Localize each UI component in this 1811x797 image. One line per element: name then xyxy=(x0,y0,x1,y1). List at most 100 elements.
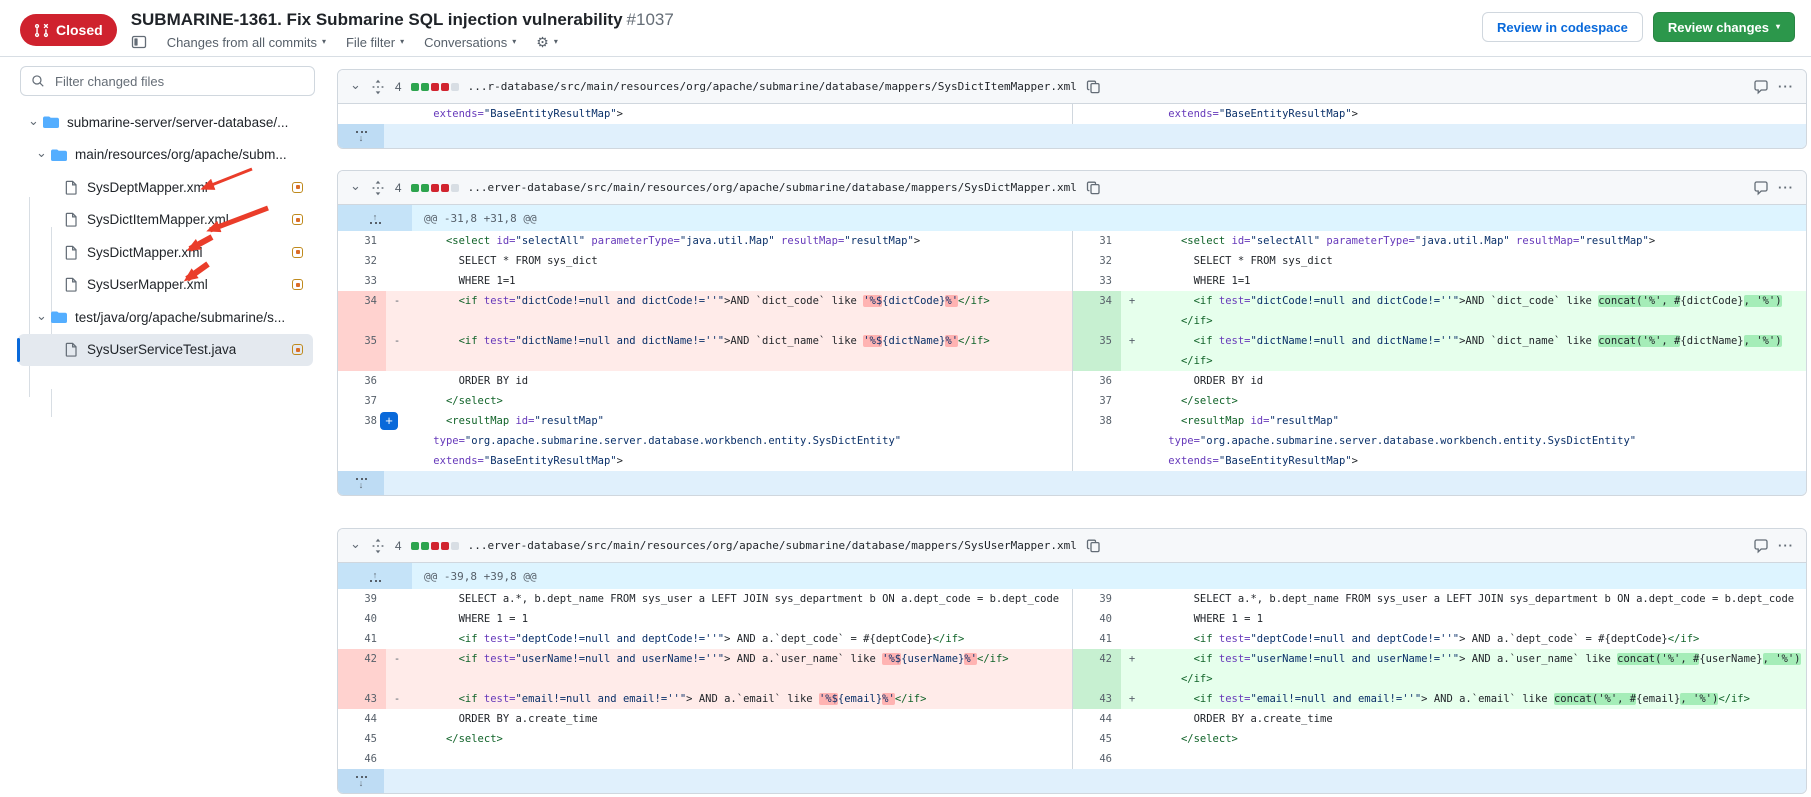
line-number[interactable]: 45 xyxy=(338,729,386,749)
diff-marker xyxy=(1121,251,1143,271)
expand-row-fill xyxy=(384,124,1806,148)
line-number[interactable] xyxy=(1073,104,1121,124)
collapse-file-chevron-icon[interactable]: ⌄ xyxy=(350,179,361,192)
code-cell xyxy=(408,749,1072,769)
code-cell: <if test="deptCode!=null and deptCode!='… xyxy=(408,629,1072,649)
kebab-menu-icon[interactable]: ··· xyxy=(1778,180,1794,195)
file-filter-menu[interactable]: File filter▾ xyxy=(346,35,404,50)
line-number[interactable]: 43 xyxy=(1073,689,1121,709)
line-number[interactable]: 34 xyxy=(1073,291,1121,331)
expand-up-button[interactable]: ↑ xyxy=(338,563,412,589)
line-number[interactable]: 40 xyxy=(1073,609,1121,629)
line-number[interactable]: 39 xyxy=(338,589,386,609)
expand-up-button[interactable]: ↑ xyxy=(338,205,412,231)
tree-folder-test-java-org-apache-submarine-s[interactable]: ⌄test/java/org/apache/submarine/s... xyxy=(18,301,313,334)
line-number[interactable]: 41 xyxy=(338,629,386,649)
line-number[interactable]: 44 xyxy=(1073,709,1121,729)
kebab-menu-icon[interactable]: ··· xyxy=(1778,79,1794,94)
line-number[interactable]: 33 xyxy=(1073,271,1121,291)
collapse-file-chevron-icon[interactable]: ⌄ xyxy=(350,78,361,91)
line-number[interactable]: 46 xyxy=(1073,749,1121,769)
code-line: <if test="dictCode!=null and dictCode!='… xyxy=(1143,291,1802,311)
line-number[interactable]: 44 xyxy=(338,709,386,729)
line-number[interactable]: 40 xyxy=(338,609,386,629)
line-number[interactable]: 35 xyxy=(338,331,386,371)
code-line: </if> xyxy=(1143,311,1802,331)
add-line-comment-button[interactable]: + xyxy=(380,412,398,430)
diff-row: 40 WHERE 1 = 140 WHERE 1 = 1 xyxy=(338,609,1806,629)
diff-marker xyxy=(386,104,408,124)
caret-down-icon: ▾ xyxy=(512,38,516,46)
tree-folder-submarine-server-server-database[interactable]: ⌄submarine-server/server-database/... xyxy=(18,106,313,139)
changes-from-commits-menu[interactable]: Changes from all commits▾ xyxy=(167,35,326,50)
sidebar-toggle-icon[interactable] xyxy=(131,34,147,50)
comment-icon[interactable] xyxy=(1753,79,1769,95)
file-filter-input[interactable] xyxy=(53,73,304,90)
code-cell: <resultMap id="resultMap" type="org.apac… xyxy=(408,411,1072,471)
line-number[interactable]: 38 xyxy=(1073,411,1121,471)
line-number[interactable]: 42 xyxy=(338,649,386,689)
expand-row-fill xyxy=(384,471,1806,495)
copy-path-icon[interactable] xyxy=(1086,79,1102,95)
diff-panels: ⌄4...r-database/src/main/resources/org/a… xyxy=(325,57,1811,797)
line-number[interactable]: 43 xyxy=(338,689,386,709)
tree-file-sysdeptmapper-xml[interactable]: SysDeptMapper.xml xyxy=(18,171,313,204)
code-cell: WHERE 1=1 xyxy=(1143,271,1806,291)
diff-file-header: ⌄4...erver-database/src/main/resources/o… xyxy=(338,171,1806,205)
tree-file-sysdictitemmapper-xml[interactable]: SysDictItemMapper.xml xyxy=(18,204,313,237)
drag-handle-icon[interactable] xyxy=(370,180,386,196)
copy-path-icon[interactable] xyxy=(1086,180,1102,196)
line-number[interactable]: 41 xyxy=(1073,629,1121,649)
line-number[interactable]: 36 xyxy=(338,371,386,391)
hunk-header-text: @@ -31,8 +31,8 @@ xyxy=(412,205,537,231)
tree-file-sysdictmapper-xml[interactable]: SysDictMapper.xml xyxy=(18,236,313,269)
diff-row: 39 SELECT a.*, b.dept_name FROM sys_user… xyxy=(338,589,1806,609)
code-cell: WHERE 1 = 1 xyxy=(1143,609,1806,629)
line-number[interactable]: 42 xyxy=(1073,649,1121,689)
line-number[interactable]: 32 xyxy=(1073,251,1121,271)
line-number[interactable]: 37 xyxy=(338,391,386,411)
comment-icon[interactable] xyxy=(1753,538,1769,554)
line-number[interactable]: 34 xyxy=(338,291,386,331)
line-number[interactable]: 31 xyxy=(1073,231,1121,251)
line-number[interactable]: 35 xyxy=(1073,331,1121,371)
diff-settings-menu[interactable]: ⚙▾ xyxy=(536,35,558,49)
kebab-menu-icon[interactable]: ··· xyxy=(1778,538,1794,553)
code-line: <if test="userName!=null and userName!='… xyxy=(408,649,1068,669)
tree-file-sysusermapper-xml[interactable]: SysUserMapper.xml xyxy=(18,269,313,302)
review-changes-button[interactable]: Review changes▾ xyxy=(1653,12,1795,42)
copy-path-icon[interactable] xyxy=(1086,538,1102,554)
line-number[interactable]: 38 xyxy=(338,411,386,471)
line-number[interactable]: 36 xyxy=(1073,371,1121,391)
expand-down-button[interactable]: ↓ xyxy=(338,769,384,793)
tree-folder-main-resources-org-apache-subm[interactable]: ⌄main/resources/org/apache/subm... xyxy=(18,139,313,172)
line-number[interactable]: 46 xyxy=(338,749,386,769)
code-cell: </select> xyxy=(1143,391,1806,411)
drag-handle-icon[interactable] xyxy=(370,538,386,554)
drag-handle-icon[interactable] xyxy=(370,79,386,95)
review-in-codespace-button[interactable]: Review in codespace xyxy=(1482,12,1643,42)
file-path: ...erver-database/src/main/resources/org… xyxy=(468,539,1077,552)
line-number[interactable]: 37 xyxy=(1073,391,1121,411)
line-number[interactable]: 32 xyxy=(338,251,386,271)
expand-down-icon: ↓ xyxy=(356,478,367,489)
line-number[interactable]: 45 xyxy=(1073,729,1121,749)
code-line: <select id="selectAll" parameterType="ja… xyxy=(1143,231,1802,251)
code-line: WHERE 1=1 xyxy=(408,271,1068,291)
tree-file-sysuserservicetest-java[interactable]: SysUserServiceTest.java xyxy=(18,334,313,367)
line-number[interactable] xyxy=(338,104,386,124)
expand-down-button[interactable]: ↓ xyxy=(338,471,384,495)
conversations-menu[interactable]: Conversations▾ xyxy=(424,35,516,50)
line-number[interactable]: 39 xyxy=(1073,589,1121,609)
collapse-file-chevron-icon[interactable]: ⌄ xyxy=(350,537,361,550)
comment-icon[interactable] xyxy=(1753,180,1769,196)
expand-row: ↓ xyxy=(338,769,1806,793)
modified-file-icon xyxy=(292,182,303,193)
diff-toolbar: Changes from all commits▾ File filter▾ C… xyxy=(131,34,674,50)
diff-marker: - xyxy=(386,689,408,709)
diff-row: 43- <if test="email!=null and email!=''"… xyxy=(338,689,1806,709)
line-number[interactable]: 31 xyxy=(338,231,386,251)
diff-marker: + xyxy=(1121,331,1143,371)
expand-down-button[interactable]: ↓ xyxy=(338,124,384,148)
line-number[interactable]: 33 xyxy=(338,271,386,291)
